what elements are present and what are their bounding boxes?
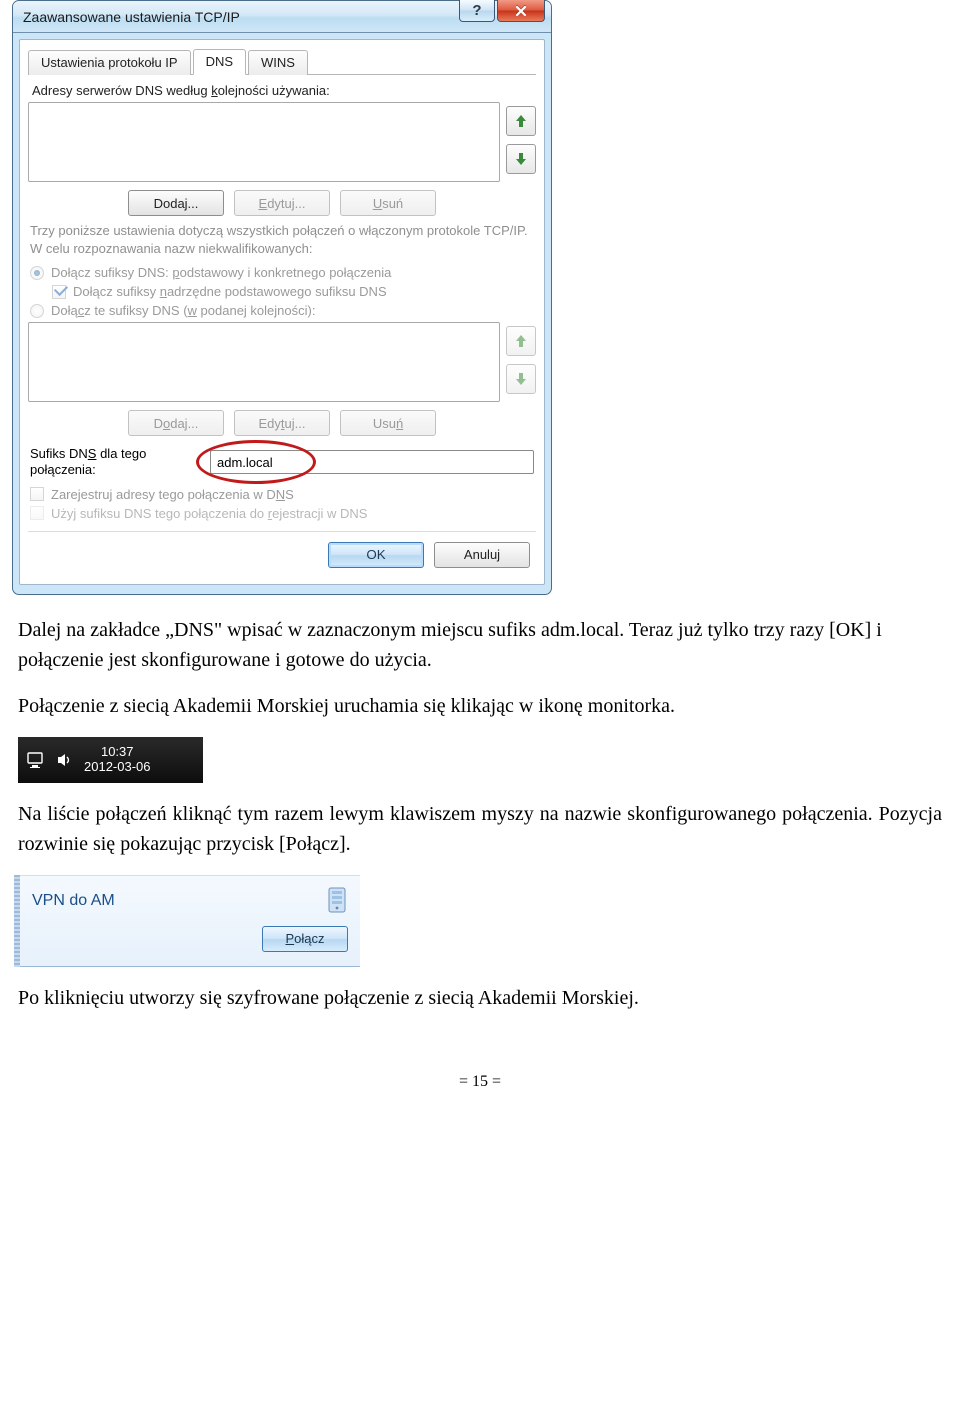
arrow-up-icon [514,333,528,349]
checkbox-icon [30,506,44,520]
arrow-down-icon [514,371,528,387]
arrow-down-icon [514,151,528,167]
remove-suffix-button[interactable]: Usuń [340,410,436,436]
explain-text: Trzy poniższe ustawienia dotyczą wszystk… [30,222,534,257]
checkbox-icon [30,487,44,501]
network-flyout: VPN do AM Połącz [20,875,360,967]
doc-paragraph-3: Na liście połączeń kliknąć tym razem lew… [18,799,942,859]
move-down-button[interactable] [506,144,536,174]
cancel-button[interactable]: Anuluj [434,542,530,568]
dns-suffix-input[interactable] [210,450,534,474]
volume-icon [56,751,74,769]
network-icon [26,751,46,769]
add-suffix-button[interactable]: Dodaj... [128,410,224,436]
close-button[interactable] [497,0,545,22]
suffix-move-up-button[interactable] [506,326,536,356]
check-append-parent[interactable]: Dołącz sufiksy nadrzędne podstawowego su… [52,284,534,299]
server-icon [326,886,348,916]
vpn-connection-name[interactable]: VPN do AM [32,892,115,910]
edit-suffix-button[interactable]: Edytuj... [234,410,330,436]
tab-ip-settings[interactable]: Ustawienia protokołu IP [28,50,191,75]
help-icon: ? [472,2,481,19]
dns-suffix-label: Sufiks DNS dla tego połączenia: [30,446,200,479]
doc-paragraph-4: Po kliknięciu utworzy się szyfrowane poł… [18,983,942,1013]
check-use-suffix[interactable]: Użyj sufiksu DNS tego połączenia do reje… [30,506,534,521]
radio-append-primary[interactable]: Dołącz sufiksy DNS: podstawowy i konkret… [30,265,534,280]
tray-time: 10:37 [84,745,151,760]
move-up-button[interactable] [506,106,536,136]
page-number: = 15 = [0,1073,960,1091]
system-tray[interactable]: 10:37 2012-03-06 [18,737,203,783]
dns-suffix-listbox[interactable] [28,322,500,402]
radio-icon [30,266,44,280]
tcpip-advanced-dialog: Zaawansowane ustawienia TCP/IP ? Ustawie… [12,0,552,595]
tray-clock[interactable]: 10:37 2012-03-06 [84,745,151,775]
radio-append-these[interactable]: Dołącz te sufiksy DNS (w podanej kolejno… [30,303,534,318]
suffix-move-down-button[interactable] [506,364,536,394]
edit-dns-server-button[interactable]: Edytuj... [234,190,330,216]
tab-strip: Ustawienia protokołu IP DNS WINS [28,48,536,75]
tab-wins[interactable]: WINS [248,50,308,75]
dns-servers-label: Adresy serwerów DNS według kolejności uż… [32,83,536,98]
arrow-up-icon [514,113,528,129]
check-register-dns[interactable]: Zarejestruj adresy tego połączenia w DNS [30,487,534,502]
radio-icon [30,304,44,318]
window-title: Zaawansowane ustawienia TCP/IP [23,9,240,25]
close-icon [514,4,528,18]
dns-servers-listbox[interactable] [28,102,500,182]
doc-paragraph-1: Dalej na zakładce „DNS" wpisać w zaznacz… [18,615,942,675]
add-dns-server-button[interactable]: Dodaj... [128,190,224,216]
ok-button[interactable]: OK [328,542,424,568]
help-button[interactable]: ? [459,0,495,22]
doc-paragraph-2: Połączenie z siecią Akademii Morskiej ur… [18,691,942,721]
remove-dns-server-button[interactable]: Usuń [340,190,436,216]
titlebar[interactable]: Zaawansowane ustawienia TCP/IP ? [13,1,551,33]
connect-button[interactable]: Połącz [262,926,348,952]
checkbox-icon [52,285,66,299]
tray-date: 2012-03-06 [84,760,151,775]
tab-dns[interactable]: DNS [193,49,246,75]
